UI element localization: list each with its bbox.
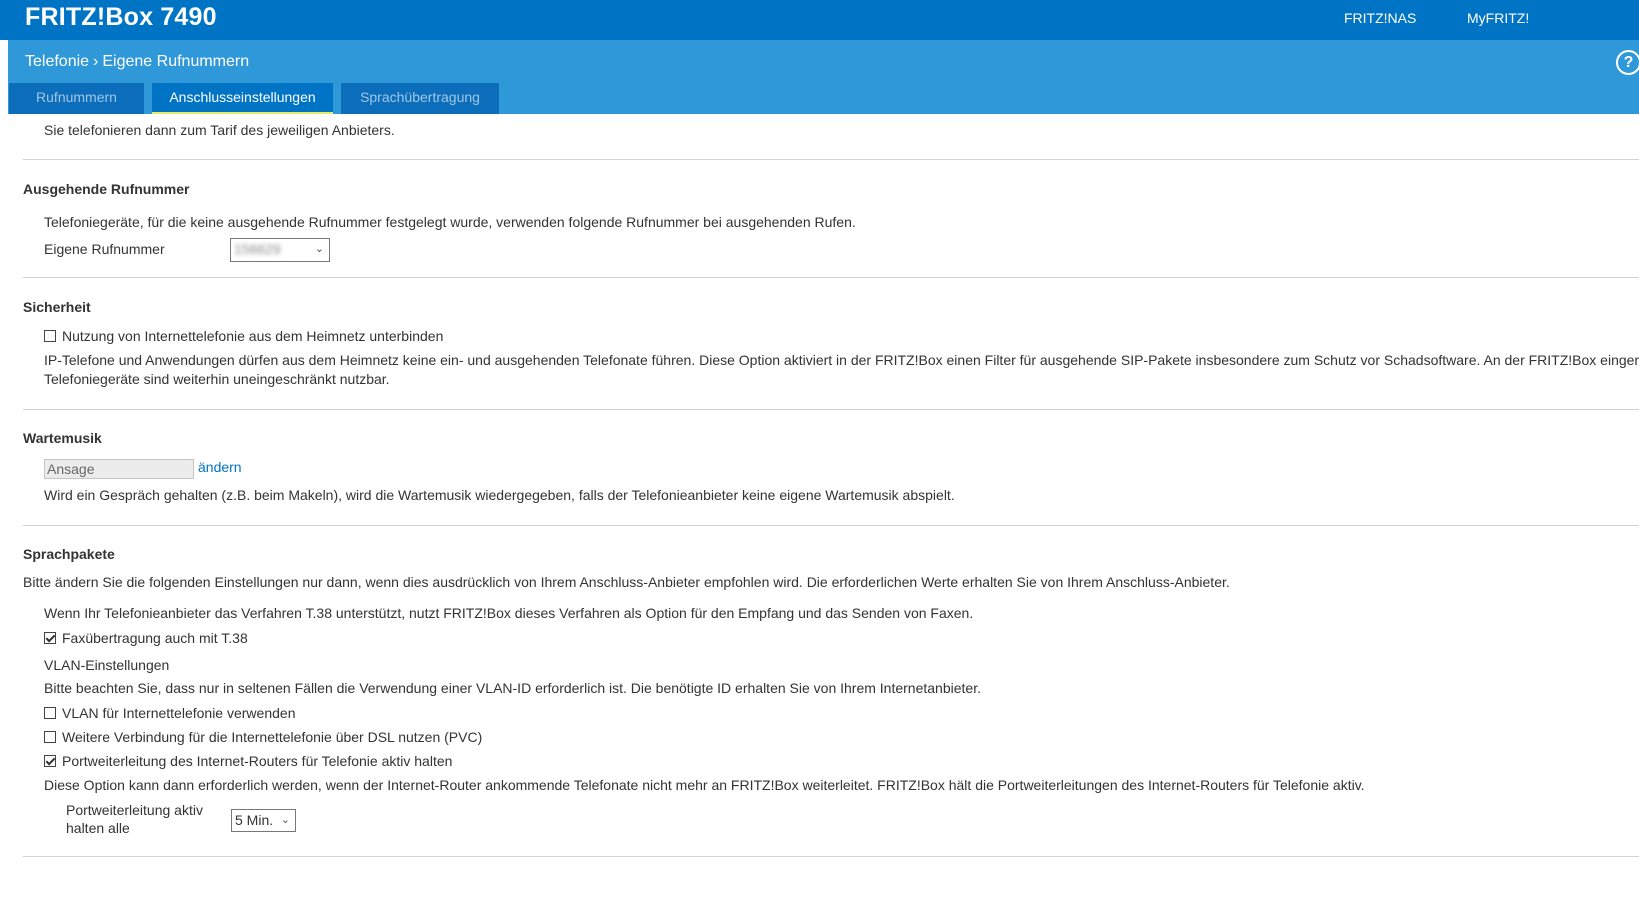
chevron-down-icon: ⌄ — [280, 814, 290, 826]
breadcrumb: Telefonie › Eigene Rufnummern — [25, 53, 249, 71]
portfwd-checkbox-label[interactable]: Portweiterleitung des Internet-Routers f… — [62, 753, 452, 769]
breadcrumb-page: Eigene Rufnummern — [102, 53, 250, 70]
interval-label-line2: halten alle — [66, 820, 130, 836]
outgoing-heading: Ausgehende Rufnummer — [23, 181, 190, 197]
portfwd-checkbox[interactable] — [44, 755, 56, 768]
divider — [23, 409, 1639, 410]
divider — [23, 525, 1639, 526]
own-number-label: Eigene Rufnummer — [44, 241, 165, 257]
security-checkbox[interactable] — [44, 330, 56, 343]
t38-checkbox-label[interactable]: Faxübertragung auch mit T.38 — [62, 630, 248, 646]
vlan-option: VLAN für Internettelefonie verwenden — [44, 705, 295, 721]
chevron-down-icon: ⌄ — [314, 243, 324, 255]
hold-music-heading: Wartemusik — [23, 430, 102, 446]
security-description-line1: IP-Telefone und Anwendungen dürfen aus d… — [44, 352, 1639, 368]
breadcrumb-section[interactable]: Telefonie — [25, 53, 89, 70]
interval-label-line1: Portweiterleitung aktiv — [66, 802, 203, 818]
interval-value: 5 Min. — [235, 812, 274, 828]
tab-anschlusseinstellungen[interactable]: Anschlusseinstellungen — [152, 83, 333, 114]
brand-logo[interactable]: FRITZ!Box 7490 — [25, 3, 217, 32]
fritznas-link[interactable]: FRITZ!NAS — [1344, 10, 1416, 26]
own-number-value: 156629 — [234, 241, 281, 257]
security-option: Nutzung von Internettelefonie aus dem He… — [44, 328, 443, 344]
vlan-description: Bitte beachten Sie, dass nur in seltenen… — [44, 680, 981, 696]
tab-sprachuebertragung[interactable]: Sprachübertragung — [341, 83, 499, 114]
pvc-option: Weitere Verbindung für die Internettelef… — [44, 729, 482, 745]
vlan-checkbox[interactable] — [44, 707, 56, 720]
security-heading: Sicherheit — [23, 299, 91, 315]
voice-packets-note: Bitte ändern Sie die folgenden Einstellu… — [23, 574, 1230, 590]
divider — [23, 856, 1639, 857]
t38-option: Faxübertragung auch mit T.38 — [44, 630, 248, 646]
security-description-line2: Telefoniegeräte sind weiterhin uneingesc… — [44, 371, 390, 387]
outgoing-description: Telefoniegeräte, für die keine ausgehend… — [44, 214, 856, 230]
vlan-heading: VLAN-Einstellungen — [44, 657, 170, 673]
vlan-checkbox-label[interactable]: VLAN für Internettelefonie verwenden — [62, 705, 295, 721]
divider — [23, 277, 1639, 278]
portfwd-description: Diese Option kann dann erforderlich werd… — [44, 777, 1365, 793]
hold-music-description: Wird ein Gespräch gehalten (z.B. beim Ma… — [44, 487, 955, 503]
pvc-checkbox-label[interactable]: Weitere Verbindung für die Internettelef… — [62, 729, 482, 745]
t38-checkbox[interactable] — [44, 632, 56, 645]
portfwd-option: Portweiterleitung des Internet-Routers f… — [44, 753, 452, 769]
security-checkbox-label[interactable]: Nutzung von Internettelefonie aus dem He… — [62, 328, 443, 344]
divider — [23, 159, 1639, 160]
hold-music-change-link[interactable]: ändern — [198, 459, 242, 475]
tab-rufnummern[interactable]: Rufnummern — [9, 83, 144, 114]
voice-packets-heading: Sprachpakete — [23, 546, 115, 562]
content-area: Sie telefonieren dann zum Tarif des jewe… — [0, 114, 1639, 901]
t38-description: Wenn Ihr Telefonieanbieter das Verfahren… — [44, 605, 974, 621]
help-icon[interactable]: ? — [1616, 50, 1639, 75]
myfritz-link[interactable]: MyFRITZ! — [1467, 10, 1529, 26]
pvc-checkbox[interactable] — [44, 731, 56, 744]
interval-select[interactable]: 5 Min. ⌄ — [231, 809, 296, 832]
own-number-select[interactable]: 156629 ⌄ — [230, 238, 330, 262]
top-bar: FRITZ!Box 7490 FRITZ!NAS MyFRITZ! — [0, 0, 1639, 40]
sub-header: Telefonie › Eigene Rufnummern ? Rufnummern… — [8, 40, 1639, 114]
intro-text: Sie telefonieren dann zum Tarif des jewe… — [44, 122, 395, 138]
hold-music-field: Ansage — [44, 459, 194, 479]
chevron-right-icon: › — [93, 53, 99, 70]
